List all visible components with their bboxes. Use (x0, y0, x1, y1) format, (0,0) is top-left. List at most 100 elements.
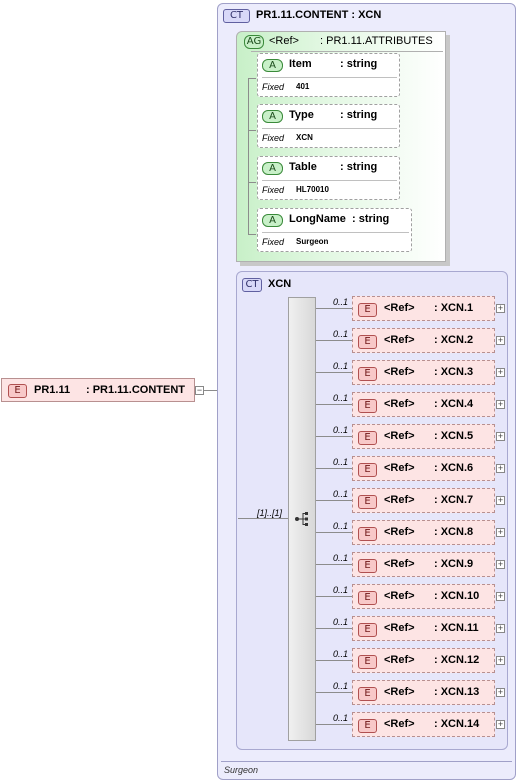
child-type: : XCN.11 (434, 622, 479, 634)
attribute-table[interactable]: A Table : string Fixed HL70010 (257, 156, 400, 200)
expand-toggle[interactable]: + (496, 464, 505, 473)
child-type: : XCN.5 (434, 430, 474, 442)
element-badge: E (358, 591, 377, 605)
attribute-name: Item (289, 58, 312, 70)
child-cardinality: 0..1 (333, 713, 349, 723)
child-cardinality: 0..1 (333, 489, 349, 499)
child-element-xcn-13[interactable]: E <Ref>: XCN.13 (352, 680, 495, 705)
expand-toggle[interactable]: + (496, 528, 505, 537)
child-element-xcn-12[interactable]: E <Ref>: XCN.12 (352, 648, 495, 673)
child-type: : XCN.1 (434, 302, 474, 314)
attribute-badge: A (262, 214, 283, 227)
sequence-icon (295, 512, 308, 526)
expand-toggle[interactable]: + (496, 368, 505, 377)
attribute-item[interactable]: A Item : string Fixed 401 (257, 53, 400, 97)
expand-toggle[interactable]: + (496, 688, 505, 697)
child-element-xcn-14[interactable]: E <Ref>: XCN.14 (352, 712, 495, 737)
child-element-xcn-2[interactable]: E <Ref> : XCN.2 (352, 328, 495, 353)
attribute-longname[interactable]: A LongName : string Fixed Surgeon (257, 208, 412, 252)
child-cardinality: 0..1 (333, 361, 349, 371)
root-element[interactable]: E PR1.11 : PR1.11.CONTENT (1, 378, 195, 402)
child-cardinality: 0..1 (333, 393, 349, 403)
child-ref: <Ref> (384, 366, 415, 378)
child-type: : XCN.2 (434, 334, 474, 346)
element-badge: E (358, 335, 377, 349)
attribute-badge: A (262, 162, 283, 175)
child-element-xcn-4[interactable]: E <Ref>: XCN.4 (352, 392, 495, 417)
annotation-text: Surgeon (224, 765, 259, 775)
child-type: : XCN.9 (434, 558, 474, 570)
child-element-xcn-5[interactable]: E <Ref> : XCN.5 (352, 424, 495, 449)
child-type: : XCN.12 (434, 654, 480, 666)
element-badge: E (358, 431, 377, 445)
element-badge: E (358, 367, 377, 381)
attribute-type: : string (340, 161, 378, 173)
fixed-value: Surgeon (296, 237, 329, 246)
attribute-type: : string (340, 109, 378, 121)
child-cardinality: 0..1 (333, 457, 349, 467)
child-element-xcn-8[interactable]: E <Ref>: XCN.8 (352, 520, 495, 545)
attribute-name: Type (289, 109, 314, 121)
fixed-value: 401 (296, 82, 310, 91)
attribute-group-type: : PR1.11.ATTRIBUTES (320, 35, 433, 47)
child-ref: <Ref> (384, 622, 415, 634)
complex-type-badge: CT (223, 9, 250, 23)
child-element-xcn-7[interactable]: E <Ref>: XCN.7 (352, 488, 495, 513)
fixed-value: XCN (296, 133, 313, 142)
child-cardinality: 0..1 (333, 425, 349, 435)
collapse-toggle[interactable]: − (195, 386, 204, 395)
child-ref: <Ref> (384, 526, 415, 538)
expand-toggle[interactable]: + (496, 496, 505, 505)
child-element-xcn-3[interactable]: E <Ref> : XCN.3 (352, 360, 495, 385)
child-cardinality: 0..1 (333, 617, 349, 627)
child-type: : XCN.13 (434, 686, 480, 698)
child-ref: <Ref> (384, 558, 415, 570)
fixed-label: Fixed (262, 82, 285, 92)
root-element-name: PR1.11 (34, 384, 71, 396)
expand-toggle[interactable]: + (496, 560, 505, 569)
child-ref: <Ref> (384, 334, 415, 346)
expand-toggle[interactable]: + (496, 432, 505, 441)
attribute-type[interactable]: A Type : string Fixed XCN (257, 104, 400, 148)
child-type: : XCN.4 (434, 398, 474, 410)
child-cardinality: 0..1 (333, 329, 349, 339)
child-element-xcn-11[interactable]: E <Ref>: XCN.11 (352, 616, 495, 641)
expand-toggle[interactable]: + (496, 624, 505, 633)
child-ref: <Ref> (384, 302, 415, 314)
sequence-compositor[interactable] (288, 297, 316, 741)
child-type: : XCN.10 (434, 590, 480, 602)
inner-complex-type-title: XCN (268, 278, 292, 290)
sequence-multiplicity: [1]..[1] (257, 508, 283, 518)
annotation-divider (221, 761, 512, 762)
child-element-xcn-6[interactable]: E <Ref> : XCN.6 (352, 456, 495, 481)
fixed-label: Fixed (262, 133, 285, 143)
child-cardinality: 0..1 (333, 649, 349, 659)
expand-toggle[interactable]: + (496, 400, 505, 409)
child-ref: <Ref> (384, 686, 415, 698)
fixed-label: Fixed (262, 237, 285, 247)
element-badge: E (358, 527, 377, 541)
child-cardinality: 0..1 (333, 297, 349, 307)
child-ref: <Ref> (384, 494, 415, 506)
element-badge: E (358, 719, 377, 733)
child-ref: <Ref> (384, 430, 415, 442)
child-element-xcn-10[interactable]: E <Ref>: XCN.10 (352, 584, 495, 609)
attribute-badge: A (262, 110, 283, 123)
child-type: : XCN.7 (434, 494, 474, 506)
child-element-xcn-9[interactable]: E <Ref>: XCN.9 (352, 552, 495, 577)
element-badge: E (358, 463, 377, 477)
child-ref: <Ref> (384, 654, 415, 666)
expand-toggle[interactable]: + (496, 720, 505, 729)
child-type: : XCN.3 (434, 366, 474, 378)
fixed-value: HL70010 (296, 185, 329, 194)
fixed-label: Fixed (262, 185, 285, 195)
expand-toggle[interactable]: + (496, 656, 505, 665)
expand-toggle[interactable]: + (496, 336, 505, 345)
child-element-xcn-1[interactable]: E <Ref>: XCN.1 (352, 296, 495, 321)
attribute-group-divider (251, 51, 443, 52)
attribute-group-ref: <Ref> (269, 35, 299, 47)
expand-toggle[interactable]: + (496, 304, 505, 313)
child-ref: <Ref> (384, 462, 415, 474)
child-type: : XCN.6 (434, 462, 474, 474)
expand-toggle[interactable]: + (496, 592, 505, 601)
